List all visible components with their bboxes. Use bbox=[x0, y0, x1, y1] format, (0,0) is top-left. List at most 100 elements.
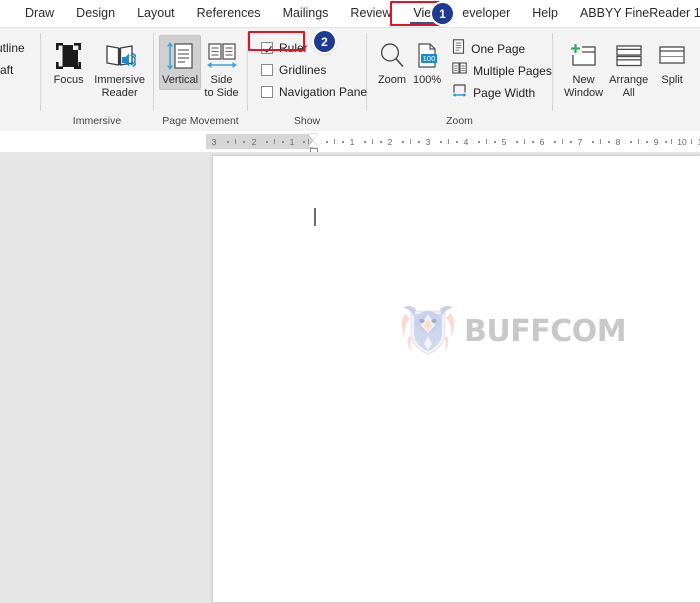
hanging-indent-marker[interactable] bbox=[308, 141, 318, 147]
tab-abbyy-finereader[interactable]: ABBYY FineReader 12 bbox=[569, 2, 700, 26]
ruler-label: Ruler bbox=[279, 41, 308, 55]
zoom-button[interactable]: Zoom bbox=[374, 35, 410, 90]
split-button[interactable]: Split bbox=[651, 35, 693, 90]
buffcom-logo-icon bbox=[398, 300, 458, 363]
ruler-tick-marks: 3 2 1 1 2 3 4 5 6 7 8 9 10 bbox=[206, 134, 700, 149]
ruler-tick-2: 2 bbox=[387, 137, 393, 147]
gridlines-checkbox[interactable] bbox=[261, 64, 273, 76]
zoom-label: Zoom bbox=[377, 74, 407, 86]
multiple-pages-icon bbox=[452, 61, 467, 80]
ruler-tick-9: 9 bbox=[653, 137, 659, 147]
arrange-all-icon bbox=[614, 39, 644, 73]
ruler-tick-4: 4 bbox=[463, 137, 469, 147]
first-line-indent-marker[interactable] bbox=[308, 134, 318, 140]
tab-label: Mailings bbox=[282, 5, 329, 20]
ribbon-group-show: Ruler Gridlines Navigation Pane Show bbox=[248, 28, 367, 131]
focus-icon bbox=[54, 39, 84, 73]
split-icon bbox=[657, 39, 687, 73]
group-label-immersive: Immersive bbox=[72, 115, 122, 127]
view-draft-button[interactable]: raft bbox=[0, 63, 34, 77]
ruler-tick-6: 6 bbox=[539, 137, 545, 147]
text-cursor bbox=[314, 208, 316, 226]
vertical-scroll-icon bbox=[165, 39, 195, 73]
split-label: Split bbox=[661, 74, 683, 86]
one-page-icon bbox=[452, 38, 465, 59]
tab-label: eveloper bbox=[462, 5, 511, 20]
ruler-tick-left-1: 1 bbox=[289, 137, 295, 147]
focus-label: Focus bbox=[53, 74, 84, 86]
group-label-views bbox=[0, 115, 40, 131]
new-window-label: New Window bbox=[564, 74, 604, 99]
magnifier-icon bbox=[377, 39, 407, 73]
document-page[interactable]: BUFFCOM bbox=[212, 155, 700, 603]
ruler-tick-left-3: 3 bbox=[211, 137, 217, 147]
document-canvas: BUFFCOM bbox=[0, 153, 700, 603]
ruler-checkbox[interactable] bbox=[261, 42, 273, 54]
tab-references[interactable]: References bbox=[186, 2, 272, 26]
focus-button[interactable]: Focus bbox=[46, 35, 91, 90]
tab-label: Review bbox=[350, 5, 392, 20]
show-checkbox-column: Ruler Gridlines Navigation Pane bbox=[253, 35, 371, 100]
arrange-all-label: Arrange All bbox=[609, 74, 649, 99]
page-width-icon bbox=[452, 83, 467, 103]
side-to-side-label: Side to Side bbox=[204, 74, 239, 99]
tab-layout[interactable]: Layout bbox=[126, 2, 186, 26]
immersive-reader-button[interactable]: Immersive Reader bbox=[91, 35, 148, 102]
vertical-label: Vertical bbox=[162, 74, 199, 86]
step-badge-2: 2 bbox=[314, 31, 335, 52]
new-window-button[interactable]: New Window bbox=[561, 35, 606, 102]
navigation-pane-checkbox[interactable] bbox=[261, 86, 273, 98]
tab-label: Help bbox=[532, 5, 558, 20]
gridlines-checkbox-row[interactable]: Gridlines bbox=[261, 62, 367, 78]
ruler-tick-10: 10 bbox=[677, 137, 687, 147]
tab-help[interactable]: Help bbox=[521, 2, 569, 26]
ruler-track[interactable]: 3 2 1 1 2 3 4 5 6 7 8 9 10 bbox=[206, 134, 700, 152]
side-to-side-button[interactable]: Side to Side bbox=[201, 35, 242, 102]
tab-design[interactable]: Design bbox=[65, 2, 126, 26]
tab-mailings[interactable]: Mailings bbox=[272, 2, 340, 26]
multiple-pages-button[interactable]: Multiple Pages bbox=[452, 62, 552, 79]
ribbon-tab-strip: Draw Design Layout References Mailings R… bbox=[0, 0, 700, 27]
tab-label: Design bbox=[76, 5, 116, 20]
tab-label: ABBYY FineReader 12 bbox=[579, 5, 700, 20]
tab-developer[interactable]: eveloper bbox=[451, 2, 521, 26]
page-width-label: Page Width bbox=[473, 85, 536, 100]
new-window-icon bbox=[568, 39, 599, 73]
ruler-tick-7: 7 bbox=[577, 137, 583, 147]
word-window: Draw Design Layout References Mailings R… bbox=[0, 0, 700, 603]
zoom-options-column: One Page Multiple Pages Page Width bbox=[448, 35, 556, 101]
indent-markers[interactable] bbox=[308, 134, 319, 152]
tab-label: Draw bbox=[25, 5, 55, 20]
immersive-reader-label: Immersive Reader bbox=[94, 74, 145, 99]
arrange-all-button[interactable]: Arrange All bbox=[606, 35, 651, 102]
one-page-label: One Page bbox=[471, 41, 526, 56]
side-to-side-icon bbox=[206, 39, 238, 73]
immersive-reader-icon bbox=[104, 39, 136, 73]
ribbon-group-zoom: Zoom 100 100% One Page Multiple Pages Pa… bbox=[367, 28, 552, 131]
svg-text:100: 100 bbox=[423, 54, 436, 63]
ruler-tick-5: 5 bbox=[501, 137, 507, 147]
zoom-100-label: 100% bbox=[413, 74, 442, 86]
tab-draw[interactable]: Draw bbox=[14, 2, 65, 26]
page-100-icon: 100 bbox=[413, 39, 441, 73]
vertical-button[interactable]: Vertical bbox=[159, 35, 202, 90]
navigation-pane-checkbox-row[interactable]: Navigation Pane bbox=[261, 84, 367, 100]
group-label-window bbox=[553, 115, 698, 131]
group-label-show: Show bbox=[293, 115, 321, 127]
ribbon-group-page-movement: Vertical Side to Side Page Movement bbox=[154, 28, 247, 131]
ribbon-group-views-partial: utline raft bbox=[0, 28, 40, 131]
one-page-button[interactable]: One Page bbox=[452, 38, 552, 59]
page-width-button[interactable]: Page Width bbox=[452, 83, 552, 103]
tab-label: References bbox=[196, 5, 261, 20]
horizontal-ruler[interactable]: 3 2 1 1 2 3 4 5 6 7 8 9 10 bbox=[0, 131, 700, 153]
group-label-page-movement: Page Movement bbox=[162, 115, 239, 127]
ruler-tick-1: 1 bbox=[349, 137, 355, 147]
view-outline-button[interactable]: utline bbox=[0, 41, 34, 55]
tab-review[interactable]: Review bbox=[339, 2, 402, 26]
ribbon-group-window: New Window Arrange All Split bbox=[553, 28, 698, 131]
ribbon: utline raft bbox=[0, 27, 700, 131]
zoom-100-button[interactable]: 100 100% bbox=[410, 35, 444, 90]
views-partial-column: utline raft bbox=[0, 35, 34, 77]
navigation-pane-label: Navigation Pane bbox=[279, 85, 368, 99]
ruler-tick-3: 3 bbox=[425, 137, 431, 147]
